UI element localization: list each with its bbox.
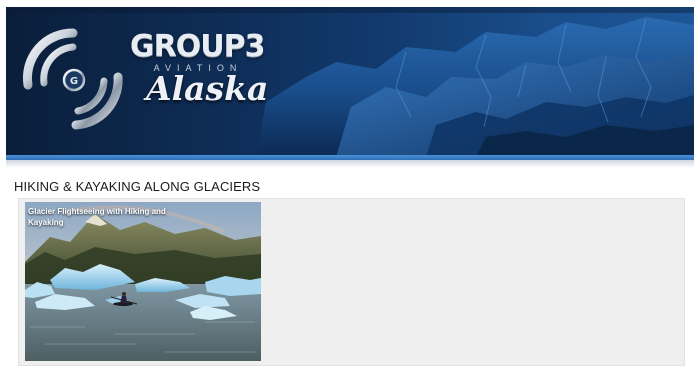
- tour-tile-caption[interactable]: Glacier Flightseeing with Hiking and Kay…: [28, 206, 198, 228]
- g3-swirl-logo-icon: G: [22, 28, 123, 130]
- svg-text:G: G: [70, 76, 78, 87]
- header-shadow: [6, 160, 694, 168]
- tour-grid: Glacier Flightseeing with Hiking and Kay…: [18, 198, 685, 366]
- section-title: HIKING & KAYAKING ALONG GLACIERS: [14, 179, 261, 194]
- tour-tile-glacier-flightseeing[interactable]: Glacier Flightseeing with Hiking and Kay…: [25, 202, 261, 361]
- page: G GROUP3 AVIATION Alaska HIKING & KAYAKI…: [6, 7, 694, 367]
- header-banner: G GROUP3 AVIATION Alaska: [6, 7, 694, 157]
- brand-name: GROUP3: [130, 29, 265, 64]
- brand-region: Alaska: [146, 69, 269, 108]
